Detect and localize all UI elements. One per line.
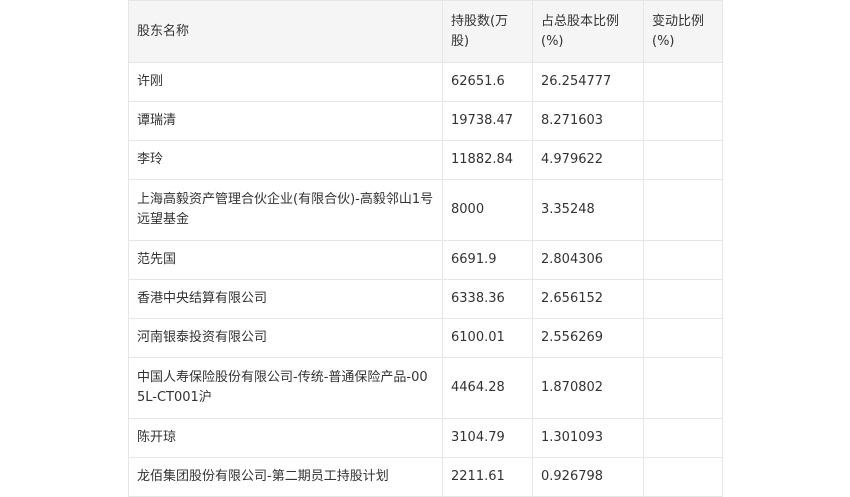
header-shares: 持股数(万股) bbox=[442, 0, 533, 63]
header-shareholder-name: 股东名称 bbox=[128, 0, 443, 63]
cell-ratio: 2.556269 bbox=[532, 318, 644, 358]
cell-name: 许刚 bbox=[128, 62, 443, 102]
cell-change bbox=[643, 101, 723, 141]
cell-shares: 62651.6 bbox=[442, 62, 533, 102]
header-ratio: 占总股本比例(%) bbox=[532, 0, 644, 63]
cell-ratio: 4.979622 bbox=[532, 140, 644, 180]
table-row: 谭瑞清 19738.47 8.271603 bbox=[128, 101, 723, 141]
table-row: 许刚 62651.6 26.254777 bbox=[128, 62, 723, 102]
table-row: 范先国 6691.9 2.804306 bbox=[128, 240, 723, 280]
cell-name: 中国人寿保险股份有限公司-传统-普通保险产品-005L-CT001沪 bbox=[128, 357, 443, 419]
cell-ratio: 2.656152 bbox=[532, 279, 644, 319]
cell-name: 上海高毅资产管理合伙企业(有限合伙)-高毅邻山1号远望基金 bbox=[128, 179, 443, 241]
cell-shares: 19738.47 bbox=[442, 101, 533, 141]
table-header: 股东名称 持股数(万股) 占总股本比例(%) 变动比例(%) bbox=[128, 0, 723, 63]
shareholders-table: 股东名称 持股数(万股) 占总股本比例(%) 变动比例(%) 许刚 62651.… bbox=[128, 0, 723, 497]
cell-change bbox=[643, 179, 723, 241]
table-body: 许刚 62651.6 26.254777 谭瑞清 19738.47 8.2716… bbox=[128, 62, 723, 497]
cell-change bbox=[643, 140, 723, 180]
cell-name: 范先国 bbox=[128, 240, 443, 280]
cell-change bbox=[643, 62, 723, 102]
cell-shares: 4464.28 bbox=[442, 357, 533, 419]
header-change: 变动比例(%) bbox=[643, 0, 723, 63]
cell-name: 陈开琼 bbox=[128, 418, 443, 458]
cell-shares: 3104.79 bbox=[442, 418, 533, 458]
cell-name: 李玲 bbox=[128, 140, 443, 180]
cell-name: 香港中央结算有限公司 bbox=[128, 279, 443, 319]
table-row: 中国人寿保险股份有限公司-传统-普通保险产品-005L-CT001沪 4464.… bbox=[128, 357, 723, 419]
cell-ratio: 1.301093 bbox=[532, 418, 644, 458]
cell-change bbox=[643, 357, 723, 419]
cell-change bbox=[643, 240, 723, 280]
table-row: 香港中央结算有限公司 6338.36 2.656152 bbox=[128, 279, 723, 319]
cell-change bbox=[643, 279, 723, 319]
cell-change bbox=[643, 318, 723, 358]
cell-name: 河南银泰投资有限公司 bbox=[128, 318, 443, 358]
cell-ratio: 3.35248 bbox=[532, 179, 644, 241]
table-row: 陈开琼 3104.79 1.301093 bbox=[128, 418, 723, 458]
cell-change bbox=[643, 457, 723, 497]
cell-shares: 11882.84 bbox=[442, 140, 533, 180]
cell-shares: 6100.01 bbox=[442, 318, 533, 358]
cell-name: 龙佰集团股份有限公司-第二期员工持股计划 bbox=[128, 457, 443, 497]
cell-ratio: 26.254777 bbox=[532, 62, 644, 102]
cell-ratio: 8.271603 bbox=[532, 101, 644, 141]
table-row: 龙佰集团股份有限公司-第二期员工持股计划 2211.61 0.926798 bbox=[128, 457, 723, 497]
cell-shares: 8000 bbox=[442, 179, 533, 241]
table-row: 上海高毅资产管理合伙企业(有限合伙)-高毅邻山1号远望基金 8000 3.352… bbox=[128, 179, 723, 241]
table-row: 河南银泰投资有限公司 6100.01 2.556269 bbox=[128, 318, 723, 358]
table-row: 李玲 11882.84 4.979622 bbox=[128, 140, 723, 180]
cell-ratio: 0.926798 bbox=[532, 457, 644, 497]
cell-change bbox=[643, 418, 723, 458]
cell-shares: 2211.61 bbox=[442, 457, 533, 497]
cell-shares: 6691.9 bbox=[442, 240, 533, 280]
cell-shares: 6338.36 bbox=[442, 279, 533, 319]
cell-ratio: 1.870802 bbox=[532, 357, 644, 419]
header-row: 股东名称 持股数(万股) 占总股本比例(%) 变动比例(%) bbox=[128, 0, 723, 63]
cell-ratio: 2.804306 bbox=[532, 240, 644, 280]
cell-name: 谭瑞清 bbox=[128, 101, 443, 141]
